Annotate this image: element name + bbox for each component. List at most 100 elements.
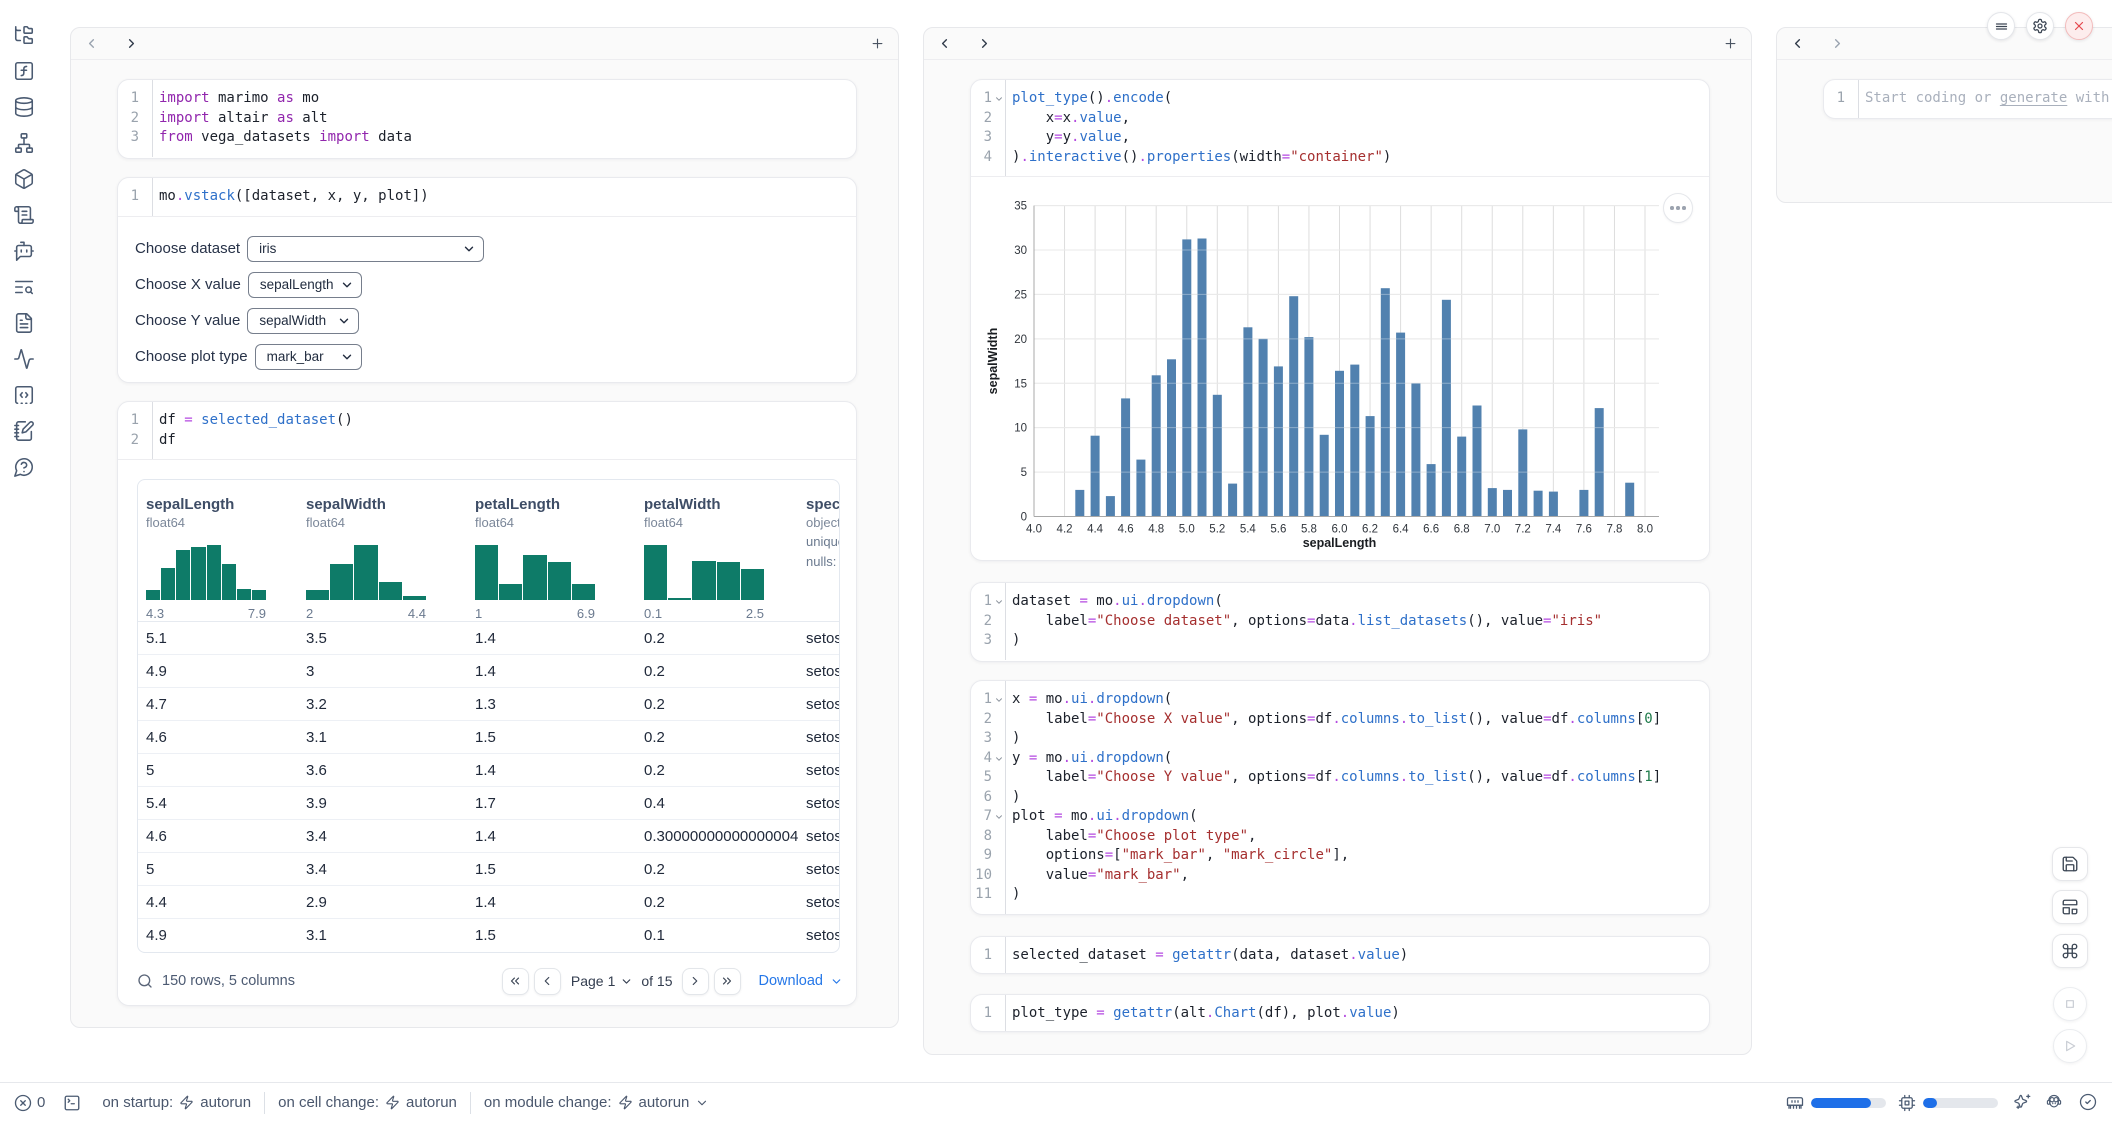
code-editor[interactable]: 1df = selected_dataset()2df: [118, 402, 856, 459]
y-value-dropdown[interactable]: sepalWidth: [247, 308, 359, 334]
column-dtype: float64: [146, 515, 185, 530]
code-editor[interactable]: 1plot_type().encode(2 x=x.value,3 y=y.va…: [971, 80, 1709, 176]
package-box-icon[interactable]: [13, 168, 35, 190]
notebook-pen-icon[interactable]: [13, 420, 35, 442]
prev-page-button[interactable]: [534, 968, 561, 995]
error-indicator[interactable]: 0: [14, 1094, 45, 1112]
cell-vstack[interactable]: 1mo.vstack([dataset, x, y, plot]) Choose …: [117, 177, 857, 383]
settings-button[interactable]: [2026, 12, 2054, 40]
code-editor[interactable]: 1import marimo as mo2import altair as al…: [118, 80, 856, 157]
stop-button[interactable]: [2053, 987, 2087, 1021]
plot-type-dropdown[interactable]: mark_bar: [255, 344, 362, 370]
move-column-right-button[interactable]: [977, 36, 993, 52]
cell-plot[interactable]: 1plot_type().encode(2 x=x.value,3 y=y.va…: [970, 79, 1710, 561]
terminal-icon[interactable]: [63, 1094, 81, 1112]
cell-plot-type[interactable]: 1plot_type = getattr(alt.Chart(df), plot…: [970, 994, 1710, 1032]
file-document-icon[interactable]: [13, 312, 35, 334]
altair-chart[interactable]: 051015202530354.04.24.44.64.85.05.25.45.…: [971, 180, 1710, 558]
table-row[interactable]: 4.63.11.50.2setosa: [138, 721, 839, 754]
move-column-right-button[interactable]: [124, 36, 140, 52]
table-row[interactable]: 4.42.91.40.2setosa: [138, 886, 839, 919]
code-editor[interactable]: 1plot_type = getattr(alt.Chart(df), plot…: [971, 995, 1709, 1032]
runtime-setting-1[interactable]: on startup:autorun: [89, 1083, 264, 1122]
cell-new-cell[interactable]: 1Start coding or generate with AI.: [1823, 79, 2112, 119]
add-column-button[interactable]: [870, 36, 886, 52]
dataset-dropdown[interactable]: iris: [247, 236, 484, 262]
mascot-chat-icon[interactable]: [2045, 1092, 2067, 1114]
bot-chat-icon[interactable]: [13, 240, 35, 262]
code-text: df = selected_dataset(): [152, 411, 856, 431]
code-line: 8 label="Choose plot type",: [971, 827, 1709, 847]
sparkles-icon[interactable]: [2014, 1093, 2034, 1113]
table-row[interactable]: 53.41.50.2setosa: [138, 853, 839, 886]
next-page-button[interactable]: [682, 968, 709, 995]
memory-icon[interactable]: [1786, 1094, 1804, 1112]
table-row[interactable]: 5.43.91.70.4setosa: [138, 787, 839, 820]
table-cell: setosa: [806, 721, 840, 754]
database-icon[interactable]: [13, 96, 35, 118]
line-number: 1: [971, 946, 992, 966]
run-button[interactable]: [2053, 1029, 2087, 1063]
table-row[interactable]: 4.73.21.30.2setosa: [138, 688, 839, 721]
close-button[interactable]: [2065, 12, 2093, 40]
move-column-right-button[interactable]: [1830, 36, 1846, 52]
search-icon[interactable]: [137, 973, 153, 989]
function-square-icon[interactable]: [13, 60, 35, 82]
cell-dataset-dd[interactable]: 1dataset = mo.ui.dropdown(2 label="Choos…: [970, 582, 1710, 662]
text-search-icon[interactable]: [13, 276, 35, 298]
cell-dataframe[interactable]: 1df = selected_dataset()2df sepalLengthfl…: [117, 401, 857, 1006]
table-row[interactable]: 53.61.40.2setosa: [138, 754, 839, 787]
activity-icon[interactable]: [13, 348, 35, 370]
save-button[interactable]: [2052, 847, 2088, 881]
table-row[interactable]: 5.13.51.40.2setosa: [138, 622, 839, 655]
table-column-header[interactable]: speciesobjectunique: 3nulls: 0: [806, 480, 840, 621]
menu-button[interactable]: [1987, 12, 2015, 40]
move-column-left-button[interactable]: [937, 36, 953, 52]
x-value-dropdown[interactable]: sepalLength: [248, 272, 362, 298]
code-editor[interactable]: 1x = mo.ui.dropdown(2 label="Choose X va…: [971, 681, 1709, 914]
layout-button[interactable]: [2052, 890, 2088, 924]
code-line: 1plot_type().encode(: [971, 89, 1709, 109]
scroll-text-icon[interactable]: [13, 204, 35, 226]
file-tree-icon[interactable]: [13, 24, 35, 46]
code-line: 11): [971, 885, 1709, 905]
table-row[interactable]: 4.93.11.50.1setosa: [138, 919, 839, 952]
code-snippet-icon[interactable]: [13, 384, 35, 406]
page-of-label: of 15: [641, 973, 672, 989]
last-page-button[interactable]: [714, 968, 741, 995]
code-editor[interactable]: 1Start coding or generate with AI.: [1824, 80, 2112, 118]
runtime-setting-2[interactable]: on cell change:autorun: [265, 1083, 470, 1122]
help-circle-icon[interactable]: [13, 456, 35, 478]
cell-xy-plot-dd[interactable]: 1x = mo.ui.dropdown(2 label="Choose X va…: [970, 680, 1710, 915]
zap-icon: [179, 1095, 194, 1110]
generate-with-ai-link[interactable]: generate: [2000, 90, 2067, 106]
code-editor[interactable]: 1selected_dataset = getattr(data, datase…: [971, 937, 1709, 974]
table-cell: setosa: [806, 622, 840, 655]
code-line: 1import marimo as mo: [118, 89, 856, 109]
command-button[interactable]: [2052, 934, 2088, 968]
table-row[interactable]: 4.931.40.2setosa: [138, 655, 839, 688]
circle-check-icon[interactable]: [2079, 1093, 2099, 1113]
dataframe-table: sepalLengthfloat644.37.9sepalWidthfloat6…: [137, 479, 840, 953]
download-button[interactable]: Download: [759, 973, 841, 989]
chart-menu-button[interactable]: [1663, 193, 1693, 223]
table-row[interactable]: 4.63.41.40.30000000000000004setosa: [138, 820, 839, 853]
network-icon[interactable]: [13, 132, 35, 154]
move-column-left-button[interactable]: [84, 36, 100, 52]
code-editor[interactable]: 1mo.vstack([dataset, x, y, plot]): [118, 178, 856, 216]
move-column-left-button[interactable]: [1790, 36, 1806, 52]
runtime-setting-3[interactable]: on module change:autorun: [471, 1083, 722, 1122]
svg-text:7.8: 7.8: [1606, 524, 1622, 536]
code-editor[interactable]: 1dataset = mo.ui.dropdown(2 label="Choos…: [971, 583, 1709, 660]
line-number: 10: [971, 866, 992, 886]
add-column-button[interactable]: [1723, 36, 1739, 52]
setting-label: on startup:: [102, 1094, 173, 1111]
cell-imports[interactable]: 1import marimo as mo2import altair as al…: [117, 79, 857, 159]
svg-text:5.2: 5.2: [1209, 524, 1225, 536]
page-select[interactable]: 1: [608, 973, 632, 989]
cpu-icon[interactable]: [1898, 1094, 1916, 1112]
first-page-button[interactable]: [502, 968, 529, 995]
control-row-dataset: Choose datasetiris: [135, 235, 856, 263]
fold-spacer: [992, 128, 1005, 148]
cell-selected-dataset[interactable]: 1selected_dataset = getattr(data, datase…: [970, 936, 1710, 974]
